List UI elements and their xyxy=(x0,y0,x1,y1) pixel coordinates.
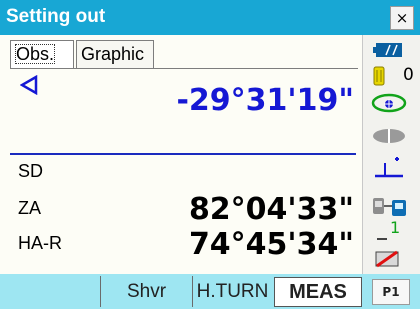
softkey-h-turn[interactable]: H.TURN xyxy=(192,276,272,307)
level-indicator-value: 1 xyxy=(390,218,401,237)
page-indicator-button[interactable]: P1 xyxy=(372,279,410,305)
za-value: 82°04'33" xyxy=(188,192,354,227)
prism-constant-value: 0 xyxy=(403,65,414,85)
sd-label: SD xyxy=(18,161,44,181)
softkey-1[interactable] xyxy=(0,276,100,307)
har-label: HA-R xyxy=(18,233,62,253)
input-mode-icon[interactable] xyxy=(375,248,399,268)
main-panel: Obs. Graphic -29°31'19" SD ZA 82°04'33" … xyxy=(0,35,362,274)
tab-graphic-label: Graphic xyxy=(81,44,145,64)
tab-graphic[interactable]: Graphic xyxy=(76,40,154,68)
laser-plummet-icon[interactable] xyxy=(373,155,405,179)
tab-obs-label: Obs. xyxy=(15,44,56,64)
direction-arrow-icon xyxy=(20,75,38,95)
tab-obs[interactable]: Obs. xyxy=(10,40,74,69)
section-divider xyxy=(10,153,356,155)
softkey-bar: Shvr H.TURN MEAS P1 xyxy=(0,274,420,309)
tab-underline xyxy=(10,68,358,69)
status-icon-column: 0 1 xyxy=(362,35,420,274)
communication-icon[interactable] xyxy=(371,195,409,219)
close-button[interactable]: × xyxy=(390,6,414,30)
prism-target-icon[interactable] xyxy=(372,128,406,144)
battery-icon[interactable] xyxy=(373,42,403,58)
har-value: 74°45'34" xyxy=(188,227,354,262)
level-bar-icon xyxy=(377,238,387,240)
prism-icon[interactable] xyxy=(372,66,386,86)
window-title: Setting out xyxy=(6,6,106,27)
softkey-shvr[interactable]: Shvr xyxy=(100,276,192,307)
za-label: ZA xyxy=(18,198,42,218)
title-bar: Setting out × xyxy=(0,0,420,35)
tilt-compensation-icon[interactable] xyxy=(371,92,407,114)
angle-difference-value: -29°31'19" xyxy=(176,83,354,118)
setting-out-window: Setting out × Obs. Graphic -29°31'19" SD… xyxy=(0,0,420,309)
softkey-meas[interactable]: MEAS xyxy=(274,277,362,307)
